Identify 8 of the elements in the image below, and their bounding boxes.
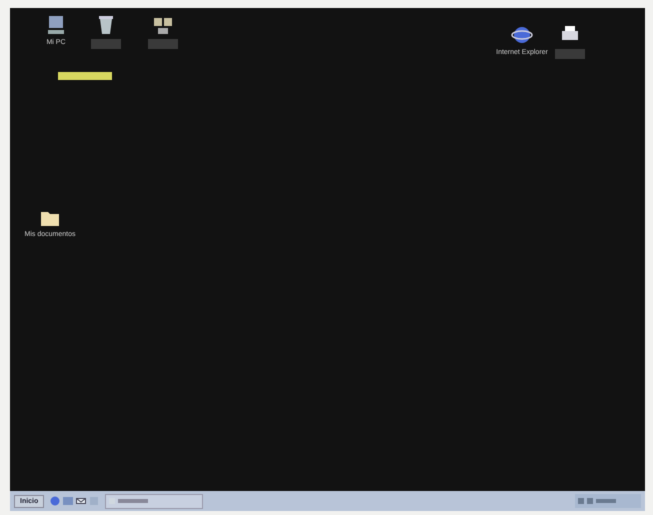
- blurred-label: [555, 49, 585, 59]
- computer-icon[interactable]: [45, 14, 67, 36]
- globe-icon[interactable]: [511, 24, 533, 46]
- blurred-label: [91, 39, 121, 49]
- blurred-label: [148, 39, 178, 49]
- system-tray: [575, 494, 641, 508]
- tooltip-block: [58, 72, 112, 80]
- mail-icon[interactable]: [76, 496, 86, 506]
